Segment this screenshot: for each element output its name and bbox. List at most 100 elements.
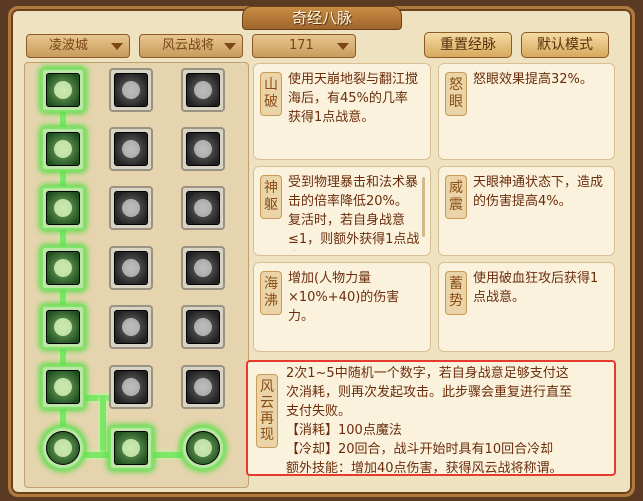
skill-label: 海沸 bbox=[260, 271, 282, 315]
ring-icon bbox=[54, 439, 72, 457]
skill-description: 使用天崩地裂与翻江搅海后，有45%的几率获得1点战意。 bbox=[288, 72, 419, 125]
node-r7-c2[interactable] bbox=[109, 426, 153, 470]
detail-line: 额外技能：增加40点伤害，获得风云战将称谓。 bbox=[286, 461, 563, 474]
node-frame bbox=[114, 73, 148, 107]
skill-card-shanpo[interactable]: 山破 使用天崩地裂与翻江搅海后，有45%的几率获得1点战意。 bbox=[253, 63, 431, 160]
node-r2-c3[interactable] bbox=[181, 127, 225, 171]
node-frame bbox=[114, 370, 148, 404]
node-r1-c2[interactable] bbox=[109, 68, 153, 112]
node-r5-c2[interactable] bbox=[109, 305, 153, 349]
skill-description: 怒眼效果提高32%。 bbox=[473, 72, 593, 87]
detail-line: 【冷却】20回合，战斗开始时具有10回合冷却 bbox=[286, 442, 554, 457]
node-frame bbox=[186, 370, 220, 404]
eye-icon bbox=[194, 259, 212, 277]
node-frame bbox=[114, 132, 148, 166]
node-r1-c3[interactable] bbox=[181, 68, 225, 112]
coil-icon bbox=[194, 439, 212, 457]
figure-icon bbox=[122, 140, 140, 158]
node-frame bbox=[114, 431, 148, 465]
fist-icon bbox=[122, 199, 140, 217]
node-frame bbox=[46, 370, 80, 404]
node-r4-c1[interactable] bbox=[41, 246, 85, 290]
detail-line: 【消耗】100点魔法 bbox=[286, 423, 402, 438]
school-dropdown[interactable]: 风云战将 bbox=[139, 34, 243, 58]
node-r5-c1[interactable] bbox=[41, 305, 85, 349]
window-title: 奇经八脉 bbox=[242, 6, 402, 30]
node-r3-c3[interactable] bbox=[181, 186, 225, 230]
node-frame bbox=[114, 310, 148, 344]
node-frame bbox=[186, 132, 220, 166]
level-dropdown-value: 171 bbox=[289, 38, 314, 53]
mountain-icon bbox=[54, 81, 72, 99]
swirl-icon bbox=[194, 81, 212, 99]
octagon-icon bbox=[122, 378, 140, 396]
node-r2-c1[interactable] bbox=[41, 127, 85, 171]
node-frame bbox=[186, 431, 220, 465]
skill-detail-text: 2次1~5中随机一个数字，若自身战意足够支付这 次消耗，则再次发起攻击。此步骤会… bbox=[286, 364, 600, 474]
robe-icon bbox=[194, 318, 212, 336]
node-frame bbox=[186, 310, 220, 344]
skill-label: 神躯 bbox=[260, 175, 282, 219]
node-frame bbox=[186, 191, 220, 225]
server-dropdown[interactable]: 凌波城 bbox=[26, 34, 130, 58]
skill-label: 威震 bbox=[445, 175, 467, 219]
skill-card-xushi[interactable]: 蓄势 使用破血狂攻后获得1点战意。 bbox=[438, 262, 615, 352]
cliff-icon bbox=[54, 259, 72, 277]
node-frame bbox=[186, 251, 220, 285]
skill-label: 蓄势 bbox=[445, 271, 467, 315]
node-frame bbox=[114, 251, 148, 285]
skill-label: 怒眼 bbox=[445, 72, 467, 116]
wave-icon bbox=[54, 140, 72, 158]
skill-card-nuyan[interactable]: 怒眼 怒眼效果提高32%。 bbox=[438, 63, 615, 160]
node-r3-c2[interactable] bbox=[109, 186, 153, 230]
node-frame bbox=[46, 251, 80, 285]
meditate-icon bbox=[194, 378, 212, 396]
node-r3-c1[interactable] bbox=[41, 186, 85, 230]
node-r2-c2[interactable] bbox=[109, 127, 153, 171]
detail-line: 支付失败。 bbox=[286, 404, 352, 419]
node-frame bbox=[186, 73, 220, 107]
skill-card-shenqu[interactable]: 神躯 受到物理暴击和法术暴击的倍率降低20%。复活时，若自身战意≤1，则额外获得… bbox=[253, 166, 431, 256]
server-dropdown-value: 凌波城 bbox=[49, 38, 89, 53]
node-r6-c1[interactable] bbox=[41, 365, 85, 409]
skill-description: 增加(人物力量×10%+40)的伤害力。 bbox=[288, 271, 400, 324]
skill-description: 受到物理暴击和法术暴击的倍率降低20%。复活时，若自身战意≤1，则额外获得1点战… bbox=[288, 175, 420, 247]
meridian-link bbox=[100, 395, 106, 455]
node-r5-c3[interactable] bbox=[181, 305, 225, 349]
node-r7-c1[interactable] bbox=[41, 426, 85, 470]
node-frame bbox=[114, 191, 148, 225]
node-r1-c1[interactable] bbox=[41, 68, 85, 112]
chevron-down-icon bbox=[337, 43, 349, 50]
skill-description: 天眼神通状态下，造成的伤害提高4%。 bbox=[473, 175, 604, 209]
skill-card-weizhen[interactable]: 威震 天眼神通状态下，造成的伤害提高4%。 bbox=[438, 166, 615, 256]
node-r6-c2[interactable] bbox=[109, 365, 153, 409]
chevron-down-icon bbox=[111, 43, 123, 50]
node-r6-c3[interactable] bbox=[181, 365, 225, 409]
skill-card-haifei[interactable]: 海沸 增加(人物力量×10%+40)的伤害力。 bbox=[253, 262, 431, 352]
chevron-down-icon bbox=[224, 43, 236, 50]
scrollbar[interactable] bbox=[422, 177, 425, 237]
node-frame bbox=[46, 431, 80, 465]
sea-icon bbox=[54, 318, 72, 336]
level-dropdown[interactable]: 171 bbox=[252, 34, 356, 58]
octopus-icon bbox=[194, 199, 212, 217]
cloud-icon bbox=[54, 378, 72, 396]
skill-description: 使用破血狂攻后获得1点战意。 bbox=[473, 271, 599, 305]
detail-line: 次消耗，则再次发起攻击。此步骤会重复进行直至 bbox=[286, 385, 573, 400]
default-mode-button[interactable]: 默认模式 bbox=[521, 32, 609, 58]
node-frame bbox=[46, 132, 80, 166]
skill-detail-panel[interactable]: 风云再现 2次1~5中随机一个数字，若自身战意足够支付这 次消耗，则再次发起攻击… bbox=[246, 360, 616, 476]
strongman-icon bbox=[54, 199, 72, 217]
node-frame bbox=[46, 191, 80, 225]
shatter-icon bbox=[122, 318, 140, 336]
reset-meridian-button[interactable]: 重置经脉 bbox=[424, 32, 512, 58]
node-frame bbox=[46, 73, 80, 107]
node-r7-c3[interactable] bbox=[181, 426, 225, 470]
node-r4-c2[interactable] bbox=[109, 246, 153, 290]
school-dropdown-value: 风云战将 bbox=[162, 38, 215, 53]
node-r4-c3[interactable] bbox=[181, 246, 225, 290]
skill-detail-label: 风云再现 bbox=[256, 374, 278, 448]
flag-icon bbox=[122, 81, 140, 99]
drops-icon bbox=[194, 140, 212, 158]
torches-icon bbox=[122, 259, 140, 277]
